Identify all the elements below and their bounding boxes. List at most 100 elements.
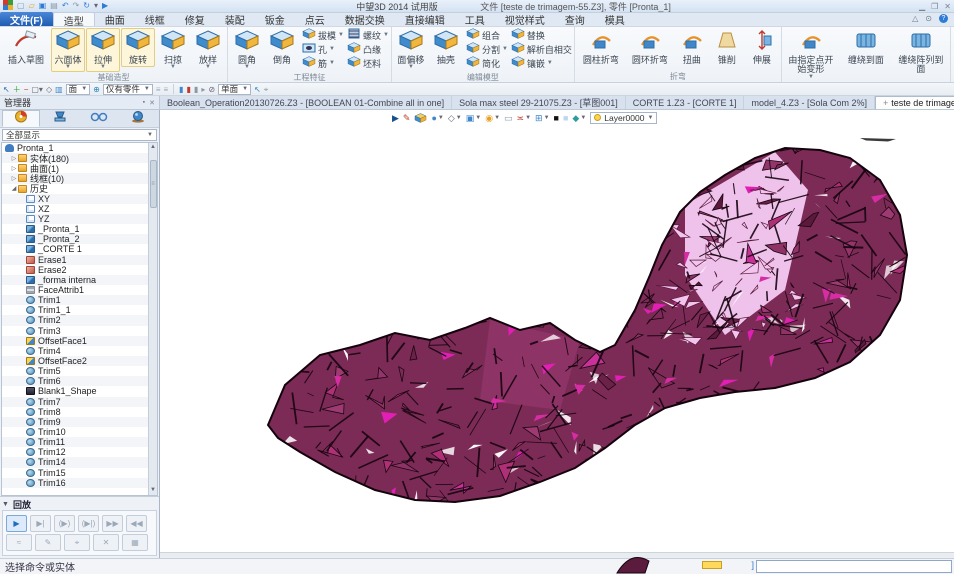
tree-item-trim11[interactable]: Trim11 [2, 437, 148, 447]
ribbon-button--[interactable]: 抽壳 [429, 28, 463, 67]
3d-viewport[interactable]: ▶✎●▼◇▼▣▼◉▼▭≍▼⊞▼■■◆▼Layer0000▼ [160, 110, 954, 558]
ribbon-button--[interactable]: 由指定点开始变形▼ [784, 28, 838, 82]
pick-last-icon[interactable]: ▸ [201, 84, 205, 95]
tree-item-trim8[interactable]: Trim8 [2, 407, 148, 417]
pick-next-icon[interactable]: ▮ [194, 84, 198, 95]
ribbon-button--[interactable]: 放样▼ [191, 28, 225, 72]
ribbon-button--[interactable]: 简化 [466, 56, 508, 70]
wireframe-mode-icon[interactable]: ◇▼ [448, 112, 462, 124]
sketch-tool-button[interactable]: ✎ [35, 534, 61, 551]
ribbon-button--[interactable]: 锥削 [710, 28, 744, 67]
tree-item-faceattrib1[interactable]: FaceAttrib1 [2, 285, 148, 295]
close-button[interactable]: ✕ [944, 2, 951, 11]
point-tool-button[interactable]: ⌖ [64, 534, 90, 551]
pick-red-icon[interactable]: ▮ [187, 84, 191, 95]
expander-open-icon[interactable]: ◢ [10, 185, 18, 192]
expander-closed-icon[interactable]: ▷ [10, 175, 18, 182]
show-target-icon[interactable] [414, 113, 427, 123]
open-file-icon[interactable]: ▱ [29, 1, 35, 11]
ribbon-button--[interactable]: 圆柱折弯 [577, 28, 625, 67]
settings-icon[interactable]: ⊙ [925, 14, 932, 23]
scope-filter-select[interactable]: 仅有零件▼ [103, 84, 153, 95]
part-scope-icon[interactable]: ⊕ [93, 84, 100, 95]
tree-item-erase1[interactable]: Erase1 [2, 255, 148, 265]
document-tab-2[interactable]: Sola max steel 29-21075.Z3 - [草图001] [452, 96, 626, 109]
fast-forward-button[interactable]: ▶▶ [102, 515, 123, 532]
ribbon-tab-mold[interactable]: 模具 [595, 12, 635, 26]
ribbon-tab-point-cloud[interactable]: 点云 [295, 12, 335, 26]
tree-item-trim12[interactable]: Trim12 [2, 447, 148, 457]
tree-item-trim14[interactable]: Trim14 [2, 457, 148, 467]
scroll-up-icon[interactable]: ▲ [150, 143, 156, 152]
shade-mode-icon[interactable]: ●▼ [431, 112, 443, 124]
ribbon-tab-tools[interactable]: 工具 [455, 12, 495, 26]
play-button[interactable]: ▶ [6, 515, 27, 532]
tree-item-trim9[interactable]: Trim9 [2, 417, 148, 427]
ribbon-button--[interactable]: 扫掠▼ [156, 28, 190, 72]
scroll-down-icon[interactable]: ▼ [150, 486, 156, 495]
minimize-button[interactable]: ▁ [919, 2, 925, 11]
tree-filter-select[interactable]: 全部显示 ▼ [2, 129, 157, 141]
play-from-current-button[interactable]: (▶) [54, 515, 75, 532]
filter-list-icon[interactable]: ▥ [55, 84, 63, 95]
tree-item--1-[interactable]: ▷曲面(1) [2, 163, 148, 173]
ribbon-tab-visual-style[interactable]: 视觉样式 [495, 12, 555, 26]
reference-icon[interactable]: ⌖ [264, 84, 269, 95]
ribbon-tab-shape[interactable]: 造型 [53, 12, 95, 26]
collapse-triangle-icon[interactable]: ▼ [2, 501, 9, 508]
restore-button[interactable]: ❒ [931, 2, 938, 11]
tree-item-trim16[interactable]: Trim16 [2, 478, 148, 488]
document-tab-4[interactable]: model_4.Z3 - [Sola Com 2%] [744, 96, 875, 109]
no-filter-icon[interactable]: ⊘ [208, 84, 215, 95]
tree-item-yz[interactable]: YZ [2, 214, 148, 224]
foreground-color-swatch[interactable]: ■ [554, 112, 559, 124]
ribbon-tab-data-exchange[interactable]: 数据交换 [335, 12, 395, 26]
tree-item-offsetface1[interactable]: OffsetFace1 [2, 336, 148, 346]
expander-closed-icon[interactable]: ▷ [10, 155, 18, 162]
tree-item-erase2[interactable]: Erase2 [2, 265, 148, 275]
single-view-icon[interactable]: ▭ [504, 112, 513, 124]
tree-item--180-[interactable]: ▷实体(180) [2, 153, 148, 163]
pick-mode-select[interactable]: 单面▼ [218, 84, 251, 95]
rewind-button[interactable]: ◀◀ [126, 515, 147, 532]
document-tab-5[interactable]: +teste de trimagem-55.Z3 - [Pronta_1]× [875, 96, 954, 109]
multi-viewport-icon[interactable]: ⊞▼ [535, 112, 550, 124]
expander-closed-icon[interactable]: ▷ [10, 165, 18, 172]
tree-item-_forma-interna[interactable]: _forma interna [2, 275, 148, 285]
scroll-thumb[interactable]: ≡ [150, 160, 157, 208]
tree-item-trim5[interactable]: Trim5 [2, 366, 148, 376]
selection-arrow-icon[interactable]: ↖ [3, 84, 10, 95]
document-tab-3[interactable]: CORTE 1.Z3 - [CORTE 1] [626, 96, 745, 109]
curve-tool-button[interactable]: ≈ [6, 534, 32, 551]
ribbon-tab-inquire[interactable]: 查询 [555, 12, 595, 26]
tree-item-xy[interactable]: XY [2, 194, 148, 204]
manager-tab-history-manager[interactable] [2, 110, 40, 127]
pick-first-icon[interactable]: ▮ [179, 84, 183, 95]
background-color-swatch[interactable]: ■ [563, 112, 568, 124]
window-select-icon[interactable]: ▢▾ [31, 84, 43, 95]
collapse-ribbon-icon[interactable]: △ [912, 14, 918, 23]
tree-item--10-[interactable]: ▷线框(10) [2, 173, 148, 183]
entity-filter-select[interactable]: 面▼ [66, 84, 90, 95]
step-to-end-button[interactable]: ▶| [30, 515, 51, 532]
tree-item-trim3[interactable]: Trim3 [2, 326, 148, 336]
tree-item-offsetface2[interactable]: OffsetFace2 [2, 356, 148, 366]
ribbon-button--[interactable]: 面偏移▼ [394, 28, 428, 72]
image-tool-button[interactable]: ▦ [122, 534, 148, 551]
ribbon-tab-file[interactable]: 文件(F) [0, 12, 53, 26]
ribbon-button--[interactable]: 缠绕到面 [839, 28, 893, 67]
tree-item-xz[interactable]: XZ [2, 204, 148, 214]
ribbon-button--[interactable]: 筋▼ [302, 56, 344, 70]
print-icon[interactable]: ▤ [50, 1, 58, 11]
ribbon-button--[interactable]: 坯料 [347, 56, 389, 70]
rotation-center-icon[interactable]: ◉▼ [485, 112, 500, 124]
delete-feature-button[interactable]: ✕ [93, 534, 119, 551]
pin-icon[interactable]: ▪ [143, 99, 145, 106]
sort-icon[interactable]: ≡ [156, 84, 161, 95]
tree-item-blank1_shape[interactable]: Blank1_Shape [2, 386, 148, 396]
plane-display-icon[interactable]: ▣▼ [466, 112, 481, 124]
layer-select[interactable]: Layer0000▼ [590, 112, 657, 124]
manager-tab-view-manager[interactable] [119, 110, 157, 127]
app-logo-icon[interactable] [3, 0, 13, 13]
tree-item-_pronta_2[interactable]: _Pronta_2 [2, 234, 148, 244]
